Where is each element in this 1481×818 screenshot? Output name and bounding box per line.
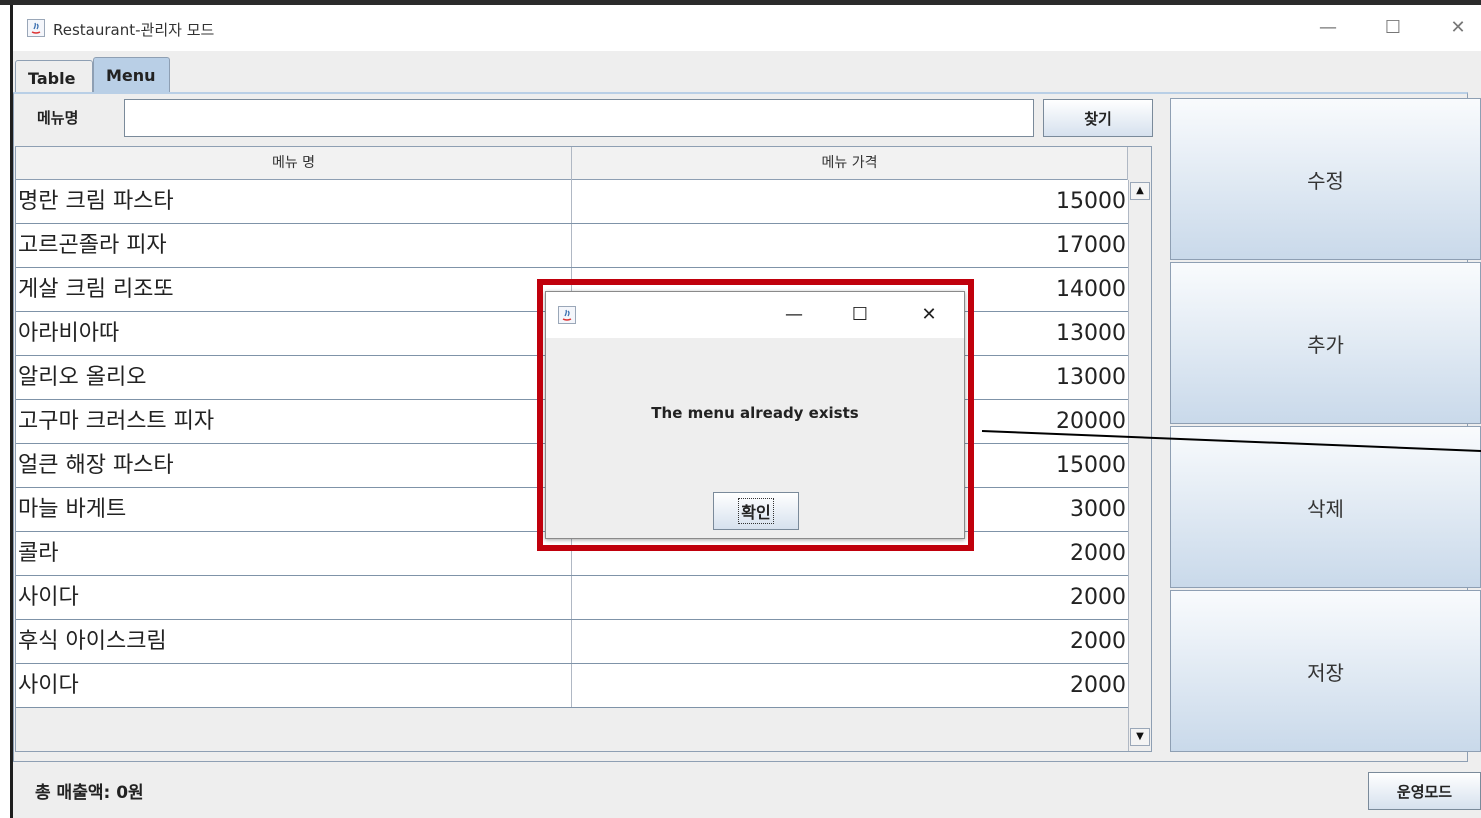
delete-button[interactable]: 삭제 bbox=[1170, 426, 1481, 588]
dialog-ok-label: 확인 bbox=[738, 498, 774, 524]
menu-price-cell[interactable]: 15000 bbox=[572, 180, 1128, 223]
menu-price-cell[interactable]: 17000 bbox=[572, 224, 1128, 267]
scroll-down-icon[interactable]: ▼ bbox=[1130, 728, 1150, 746]
menu-price-cell[interactable]: 2000 bbox=[572, 576, 1128, 619]
table-row[interactable]: 사이다 2000 bbox=[16, 664, 1128, 708]
menu-name-cell[interactable]: 아라비아따 bbox=[16, 312, 572, 355]
search-button[interactable]: 찾기 bbox=[1043, 99, 1153, 137]
dialog-close-icon[interactable]: ✕ bbox=[914, 302, 944, 328]
menu-name-cell[interactable]: 알리오 올리오 bbox=[16, 356, 572, 399]
table-header: 메뉴 명 메뉴 가격 bbox=[16, 147, 1128, 180]
maximize-button[interactable]: ☐ bbox=[1370, 13, 1416, 43]
window-title: Restaurant-관리자 모드 bbox=[53, 21, 215, 39]
tab-menu[interactable]: Menu bbox=[93, 57, 170, 93]
add-button[interactable]: 추가 bbox=[1170, 262, 1481, 424]
menu-name-cell[interactable]: 사이다 bbox=[16, 576, 572, 619]
menu-name-cell[interactable]: 게살 크림 리조또 bbox=[16, 268, 572, 311]
table-row[interactable]: 명란 크림 파스타 15000 bbox=[16, 180, 1128, 224]
message-dialog: — ☐ ✕ The menu already exists 확인 bbox=[545, 291, 965, 539]
menu-name-cell[interactable]: 고르곤졸라 피자 bbox=[16, 224, 572, 267]
operation-mode-button[interactable]: 운영모드 bbox=[1368, 772, 1481, 810]
dialog-minimize-icon[interactable]: — bbox=[779, 302, 809, 328]
menu-name-cell[interactable]: 고구마 크러스트 피자 bbox=[16, 400, 572, 443]
java-icon bbox=[27, 19, 45, 37]
menu-price-cell[interactable]: 2000 bbox=[572, 664, 1128, 707]
background-strip bbox=[0, 0, 10, 818]
column-header-price[interactable]: 메뉴 가격 bbox=[572, 147, 1128, 180]
menu-name-input[interactable] bbox=[124, 99, 1034, 137]
table-row[interactable]: 후식 아이스크림 2000 bbox=[16, 620, 1128, 664]
vertical-scrollbar[interactable]: ▲ ▼ bbox=[1128, 180, 1151, 751]
menu-name-cell[interactable]: 후식 아이스크림 bbox=[16, 620, 572, 663]
menu-price-cell[interactable]: 2000 bbox=[572, 620, 1128, 663]
title-bar: Restaurant-관리자 모드 — ☐ ✕ bbox=[13, 5, 1481, 51]
menu-name-cell[interactable]: 사이다 bbox=[16, 664, 572, 707]
menu-name-cell[interactable]: 마늘 바게트 bbox=[16, 488, 572, 531]
minimize-button[interactable]: — bbox=[1305, 13, 1351, 43]
menu-name-label: 메뉴명 bbox=[37, 109, 79, 127]
table-row[interactable]: 고르곤졸라 피자 17000 bbox=[16, 224, 1128, 268]
menu-name-cell[interactable]: 명란 크림 파스타 bbox=[16, 180, 572, 223]
menu-name-cell[interactable]: 콜라 bbox=[16, 532, 572, 575]
tab-table[interactable]: Table bbox=[15, 60, 93, 93]
menu-name-cell[interactable]: 얼큰 해장 파스타 bbox=[16, 444, 572, 487]
table-row[interactable]: 사이다 2000 bbox=[16, 576, 1128, 620]
dialog-title-bar: — ☐ ✕ bbox=[546, 292, 964, 338]
close-button[interactable]: ✕ bbox=[1435, 13, 1481, 43]
java-icon bbox=[558, 306, 576, 324]
edit-button[interactable]: 수정 bbox=[1170, 98, 1481, 260]
scroll-up-icon[interactable]: ▲ bbox=[1130, 182, 1150, 200]
column-header-name[interactable]: 메뉴 명 bbox=[16, 147, 572, 180]
save-button[interactable]: 저장 bbox=[1170, 590, 1481, 752]
dialog-message: The menu already exists bbox=[651, 404, 859, 422]
total-sales-label: 총 매출액: 0원 bbox=[35, 783, 144, 803]
dialog-maximize-icon[interactable]: ☐ bbox=[845, 302, 875, 328]
dialog-ok-button[interactable]: 확인 bbox=[713, 492, 799, 530]
